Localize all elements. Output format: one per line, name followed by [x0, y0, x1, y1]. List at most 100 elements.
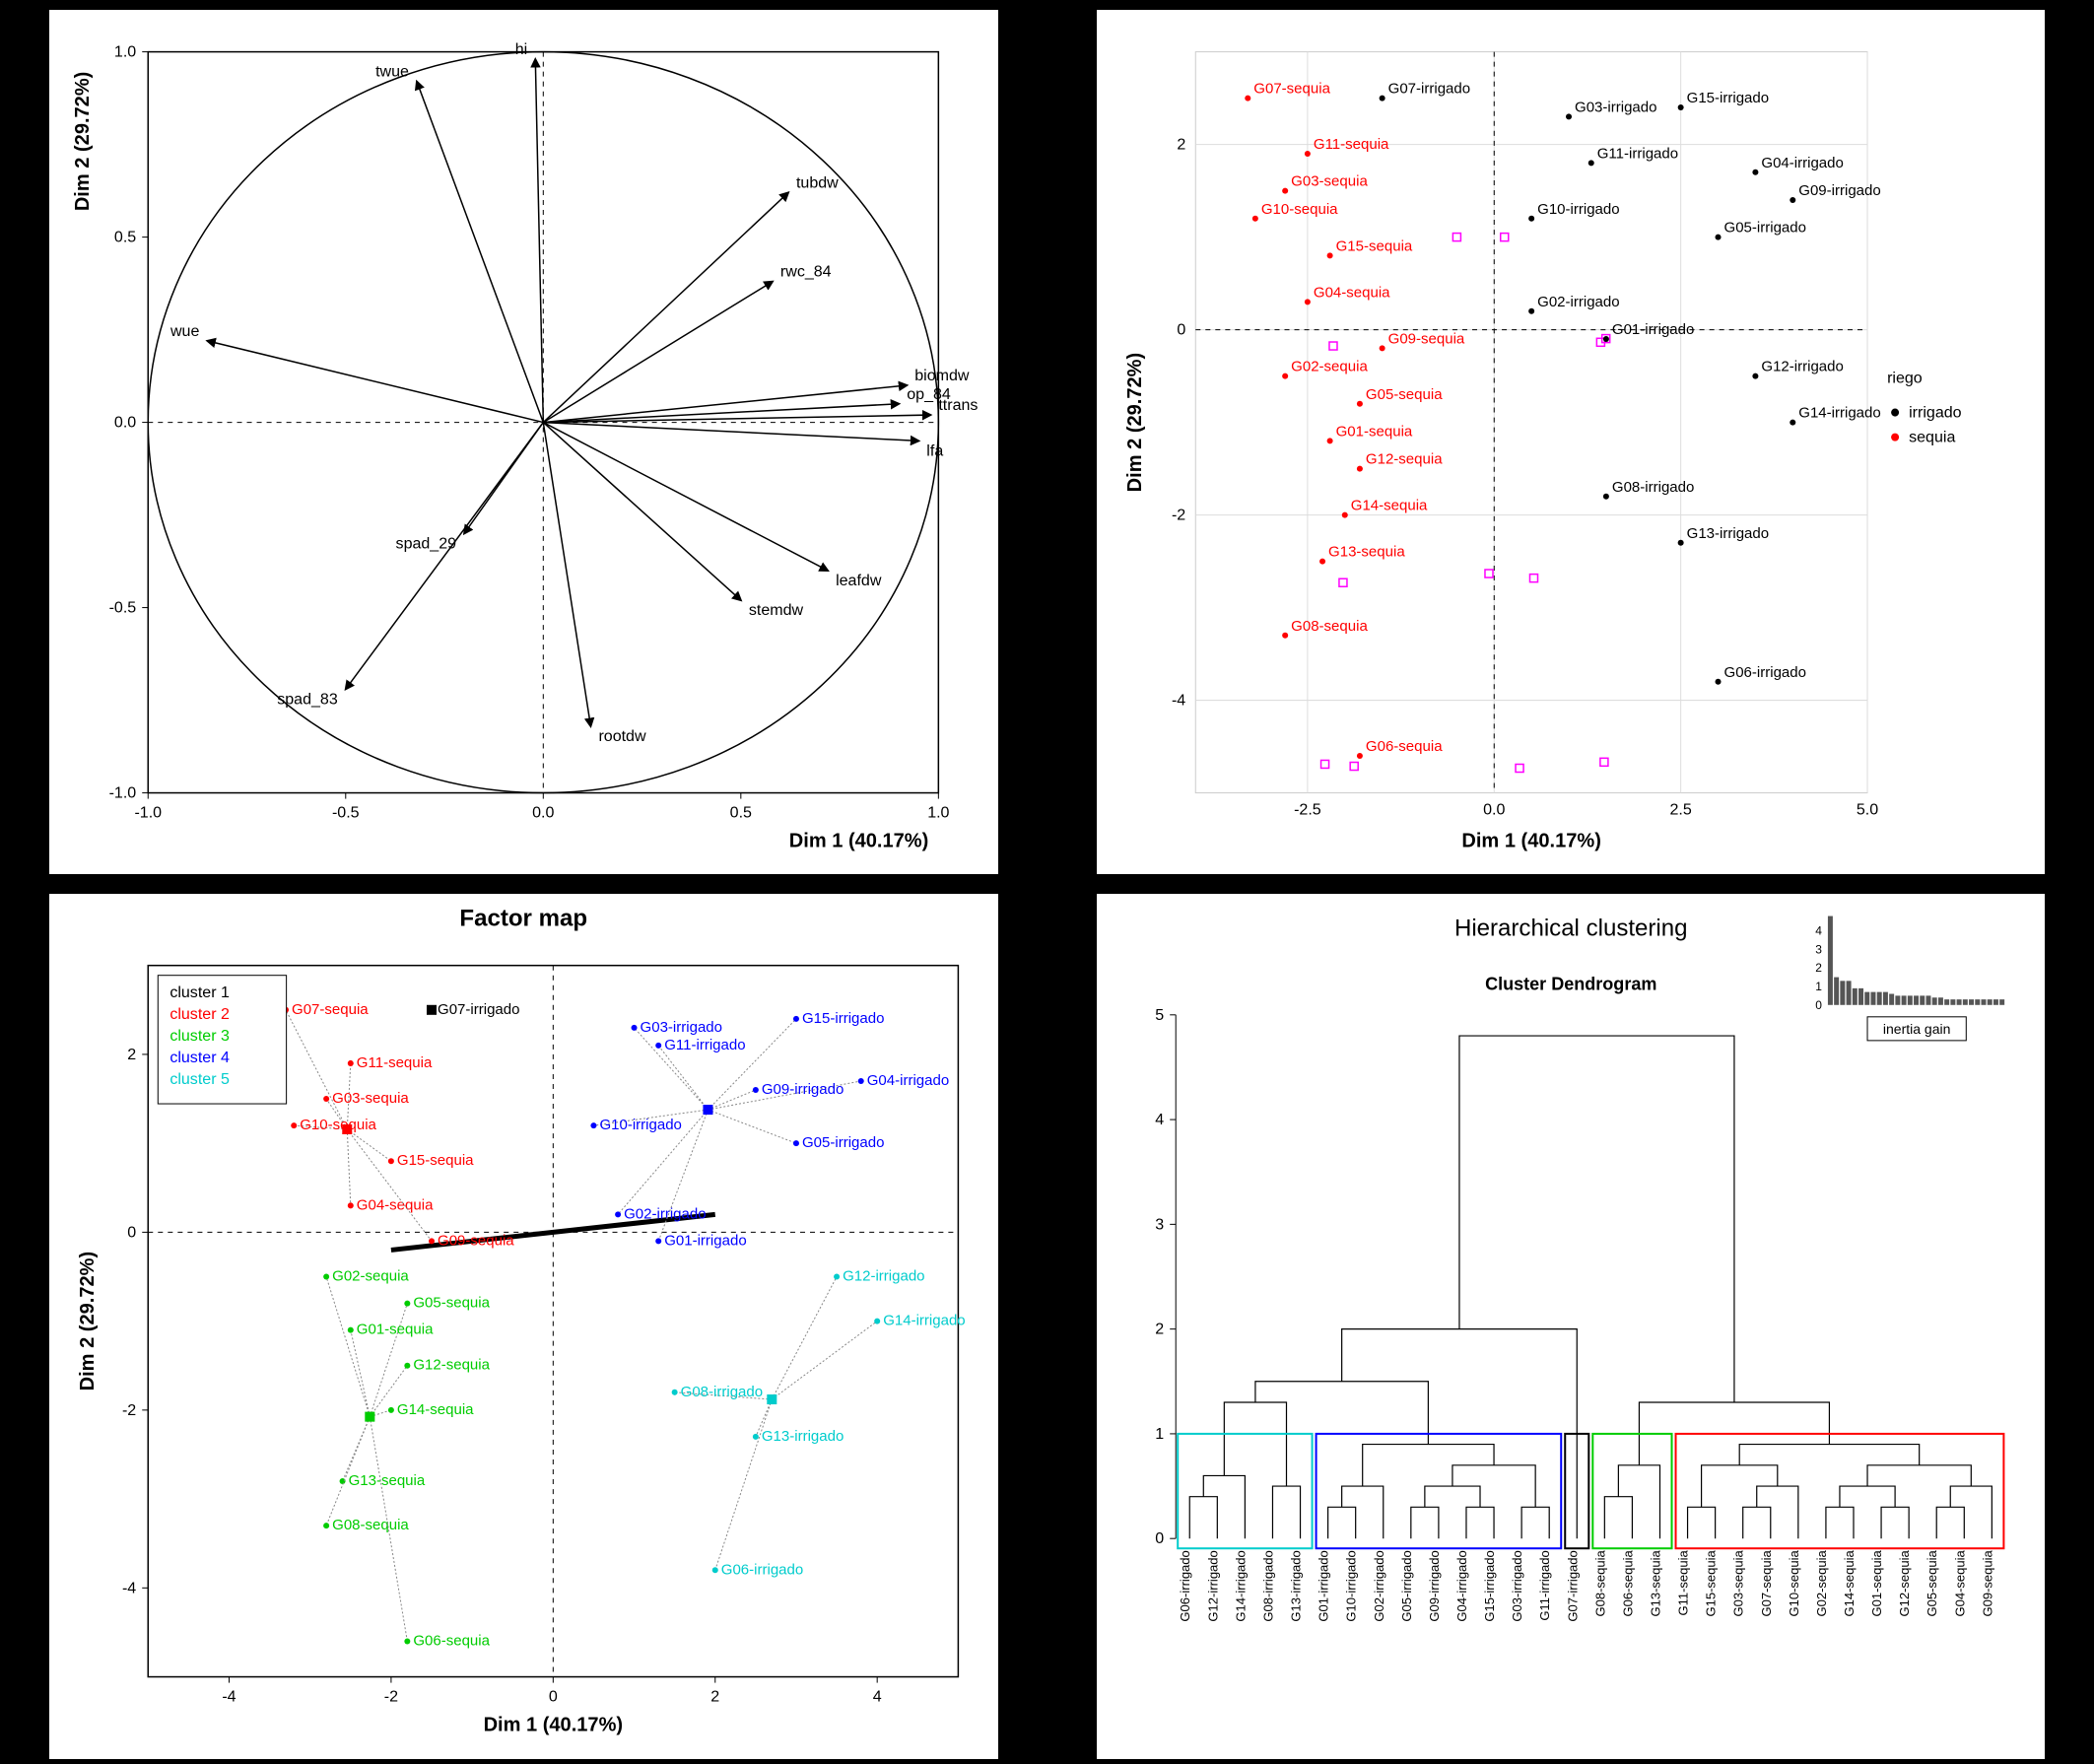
dendrogram-panel: Hierarchical clusteringCluster Dendrogra…	[1097, 894, 2046, 1758]
inertia-bar	[1950, 999, 1955, 1005]
legend-title: riego	[1887, 369, 1923, 386]
plot-title: Factor map	[459, 906, 587, 932]
variable-label: rootdw	[598, 727, 646, 745]
inertia-bar	[1827, 916, 1832, 1005]
data-point	[1566, 113, 1572, 119]
leaf-label: G01-sequia	[1869, 1550, 1884, 1617]
leaf-label: G10-irrigado	[1343, 1550, 1358, 1621]
data-point	[1528, 308, 1534, 314]
variable-arrow	[417, 82, 543, 423]
legend-item: irrigado	[1909, 404, 1962, 422]
variable-label: wue	[169, 322, 199, 340]
svg-text:-1.0: -1.0	[109, 784, 137, 802]
inertia-bar	[1864, 992, 1869, 1005]
point-label: G01-sequia	[357, 1322, 434, 1338]
svg-text:-4: -4	[1171, 692, 1184, 710]
variable-label: rwc_84	[780, 263, 832, 281]
cluster-point	[404, 1639, 410, 1645]
svg-text:-4: -4	[222, 1688, 236, 1706]
data-point	[1282, 188, 1288, 194]
svg-text:0.0: 0.0	[532, 804, 554, 822]
svg-text:2: 2	[127, 1046, 136, 1063]
point-label: G05-sequia	[1365, 386, 1442, 403]
cluster-point	[404, 1301, 410, 1307]
x-axis-label: Dim 1 (40.17%)	[789, 831, 929, 852]
cluster-point	[655, 1043, 661, 1049]
data-point	[1356, 401, 1362, 407]
inertia-bar	[1987, 999, 1992, 1005]
leaf-label: G12-irrigado	[1205, 1550, 1220, 1621]
svg-text:-2: -2	[1171, 507, 1184, 524]
inertia-bar	[1914, 996, 1919, 1005]
svg-text:Dim 2 (29.72%): Dim 2 (29.72%)	[1124, 353, 1146, 493]
data-point	[1528, 216, 1534, 222]
legend-item: cluster 3	[169, 1027, 230, 1045]
data-point	[1602, 336, 1608, 342]
leaf-label: G05-irrigado	[1398, 1550, 1413, 1621]
variable-arrow	[346, 423, 544, 690]
inertia-bar	[1876, 992, 1881, 1005]
data-point	[1319, 559, 1325, 565]
factor-map-panel: Factor map-4-2024-4-202Dim 1 (40.17%)Dim…	[49, 894, 998, 1758]
chart-grid: -1.0-0.50.00.51.0-1.0-0.50.00.51.0Dim 1 …	[0, 0, 2094, 1745]
point-label: G06-irrigado	[721, 1562, 803, 1579]
data-point	[1587, 160, 1593, 166]
svg-text:2.5: 2.5	[1669, 801, 1691, 819]
point-label: G09-irrigado	[1798, 182, 1880, 199]
leaf-label: G02-sequia	[1813, 1550, 1828, 1617]
inertia-bar	[1852, 988, 1857, 1005]
point-label: G07-sequia	[292, 1001, 369, 1018]
variable-biplot-panel: -1.0-0.50.00.51.0-1.0-0.50.00.51.0Dim 1 …	[49, 10, 998, 874]
cluster-point	[323, 1096, 329, 1102]
variable-label: leafdw	[836, 572, 882, 589]
cluster-point	[615, 1212, 621, 1218]
cluster-point	[404, 1363, 410, 1369]
point-label: G11-irrigado	[664, 1037, 745, 1053]
leaf-label: G05-sequia	[1925, 1550, 1939, 1617]
inertia-bar	[1937, 998, 1942, 1006]
leaf-label: G06-sequia	[1620, 1550, 1635, 1617]
variable-label: spad_83	[277, 690, 338, 708]
point-label: G12-irrigado	[843, 1268, 924, 1285]
data-point	[1356, 753, 1362, 759]
inertia-bar	[1931, 998, 1936, 1006]
data-point	[1677, 104, 1683, 110]
svg-text:1.0: 1.0	[114, 43, 136, 61]
point-label: G08-irrigado	[681, 1384, 763, 1400]
leaf-label: G15-sequia	[1703, 1550, 1718, 1617]
leaf-label: G04-sequia	[1952, 1550, 1967, 1617]
point-label: G08-irrigado	[1611, 479, 1693, 496]
point-label: G09-sequia	[1387, 330, 1464, 347]
svg-text:0: 0	[1177, 321, 1185, 339]
point-label: G04-sequia	[1313, 284, 1389, 301]
svg-text:0.0: 0.0	[114, 414, 136, 432]
inertia-bar	[1975, 999, 1980, 1005]
svg-text:-2: -2	[384, 1688, 398, 1706]
variable-label: lfa	[926, 441, 943, 459]
point-label: G12-sequia	[413, 1357, 490, 1374]
data-point	[1326, 252, 1332, 258]
variable-arrow	[543, 192, 788, 422]
leaf-label: G11-sequia	[1675, 1550, 1690, 1616]
leaf-label: G14-irrigado	[1233, 1550, 1248, 1621]
data-point	[1341, 512, 1347, 518]
svg-text:Dim 1 (40.17%): Dim 1 (40.17%)	[484, 1715, 624, 1736]
inertia-bar	[1840, 982, 1845, 1005]
data-point	[1282, 633, 1288, 639]
cluster-point	[793, 1016, 799, 1022]
y-axis-label: Dim 2 (29.72%)	[72, 72, 94, 212]
data-point	[1715, 235, 1721, 240]
point-label: G10-irrigado	[1537, 201, 1619, 218]
data-point	[1356, 466, 1362, 472]
cluster-point	[632, 1025, 638, 1031]
cluster-point	[590, 1122, 596, 1128]
variable-label: hi	[515, 40, 527, 58]
svg-text:-4: -4	[122, 1580, 136, 1597]
leaf-label: G04-irrigado	[1453, 1550, 1468, 1621]
svg-text:5: 5	[1155, 1006, 1164, 1024]
point-label: G02-sequia	[1291, 359, 1368, 375]
leaf-label: G02-irrigado	[1371, 1550, 1385, 1621]
point-label: G01-irrigado	[664, 1233, 746, 1250]
leaf-label: G15-irrigado	[1482, 1550, 1497, 1621]
cluster-point	[712, 1568, 718, 1574]
